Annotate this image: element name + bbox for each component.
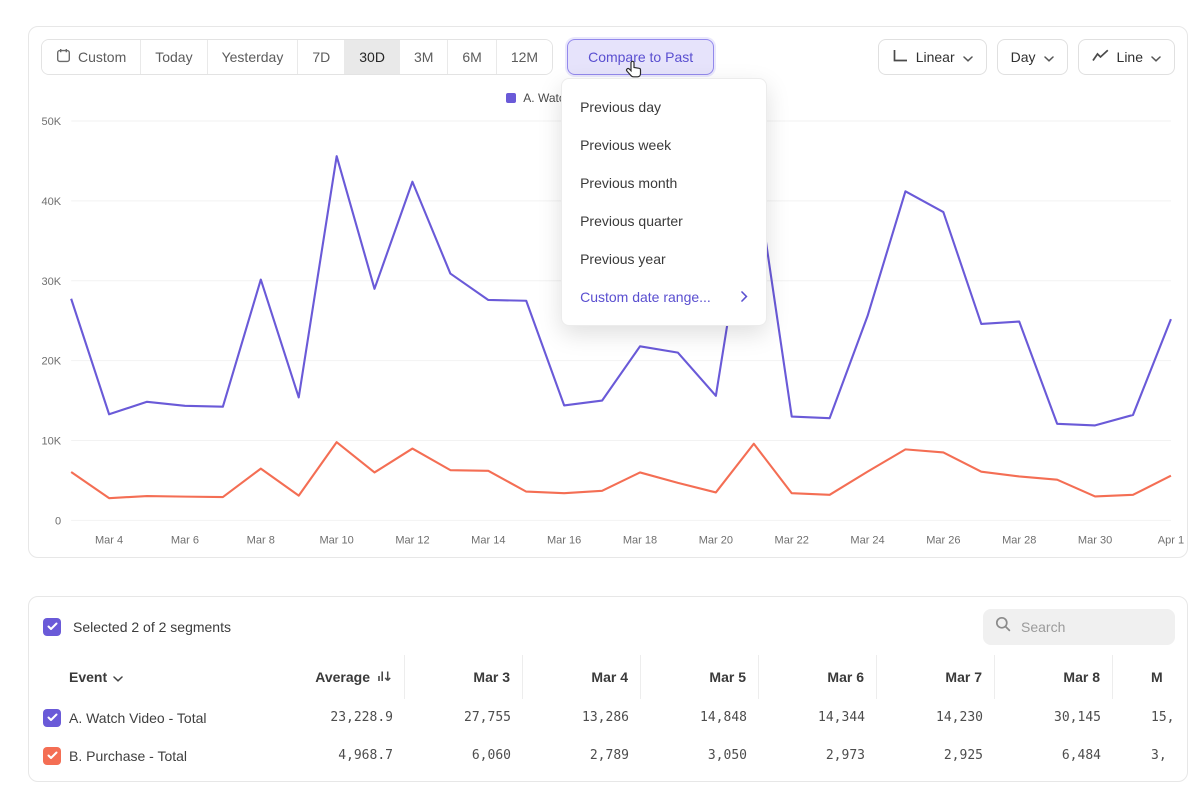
segments-header: Selected 2 of 2 segments	[29, 597, 1187, 655]
cell-mar-7: 14,230	[877, 699, 995, 737]
range-6m-button[interactable]: 6M	[447, 40, 495, 74]
compare-to-past-wrap: Compare to Past Previous day Previous we…	[567, 39, 714, 75]
svg-text:Mar 28: Mar 28	[1002, 534, 1036, 546]
cell-mar-5: 14,848	[641, 699, 759, 737]
compare-to-past-button[interactable]: Compare to Past	[567, 39, 714, 75]
svg-text:Mar 22: Mar 22	[775, 534, 809, 546]
selected-count-label: Selected 2 of 2 segments	[73, 619, 231, 635]
check-icon	[47, 713, 58, 722]
menu-item-previous-day[interactable]: Previous day	[562, 88, 766, 126]
cell-mar-3: 27,755	[405, 699, 523, 737]
svg-text:Mar 26: Mar 26	[926, 534, 960, 546]
menu-item-custom-date-range[interactable]: Custom date range...	[562, 278, 766, 316]
svg-text:0: 0	[55, 515, 61, 527]
row-label: A. Watch Video - Total	[69, 699, 269, 737]
line-chart-icon	[1092, 49, 1109, 65]
range-today-button[interactable]: Today	[140, 40, 206, 74]
cell-clipped: 15,	[1113, 699, 1188, 737]
chart-controls: Linear Day Line	[878, 39, 1175, 75]
cell-mar-8: 30,145	[995, 699, 1113, 737]
column-header-mar-7[interactable]: Mar 7	[877, 655, 995, 699]
table-row[interactable]: A. Watch Video - Total 23,228.9 27,755 1…	[29, 699, 1187, 737]
column-header-mar-4[interactable]: Mar 4	[523, 655, 641, 699]
svg-text:Mar 20: Mar 20	[699, 534, 733, 546]
range-7d-button[interactable]: 7D	[297, 40, 344, 74]
chevron-down-icon	[113, 669, 123, 685]
cell-mar-8: 6,484	[995, 737, 1113, 775]
column-header-average[interactable]: Average	[269, 655, 405, 699]
search-box[interactable]	[983, 609, 1175, 645]
check-icon	[47, 751, 58, 760]
svg-text:Mar 10: Mar 10	[319, 534, 353, 546]
sort-icon	[377, 669, 392, 685]
compare-menu: Previous day Previous week Previous mont…	[561, 78, 767, 326]
svg-text:20K: 20K	[42, 356, 62, 368]
range-yesterday-button[interactable]: Yesterday	[207, 40, 298, 74]
cell-average: 4,968.7	[269, 737, 405, 775]
granularity-dropdown[interactable]: Day	[997, 39, 1068, 75]
date-range-control: Custom Today Yesterday 7D 30D 3M 6M 12M	[41, 39, 553, 75]
chevron-right-icon	[741, 289, 748, 305]
svg-text:Mar 24: Mar 24	[850, 534, 884, 546]
chevron-down-icon	[1151, 49, 1161, 65]
table-row[interactable]: B. Purchase - Total 4,968.7 6,060 2,789 …	[29, 737, 1187, 775]
svg-text:Apr 1: Apr 1	[1158, 534, 1184, 546]
dashboard: Custom Today Yesterday 7D 30D 3M 6M 12M …	[28, 26, 1188, 782]
row-checkbox[interactable]	[43, 747, 61, 765]
cell-clipped: 3,	[1113, 737, 1188, 775]
axes-icon	[892, 49, 908, 66]
cell-mar-4: 2,789	[523, 737, 641, 775]
table-header: Event Average Mar 3 Mar 4 Mar 5 Mar 6 Ma…	[29, 655, 1187, 699]
svg-text:Mar 12: Mar 12	[395, 534, 429, 546]
search-icon	[995, 616, 1011, 637]
header-checkbox-spacer	[41, 655, 69, 699]
svg-text:50K: 50K	[42, 116, 62, 128]
scale-dropdown[interactable]: Linear	[878, 39, 987, 75]
column-header-mar-3[interactable]: Mar 3	[405, 655, 523, 699]
menu-item-previous-quarter[interactable]: Previous quarter	[562, 202, 766, 240]
cell-mar-6: 14,344	[759, 699, 877, 737]
range-custom-button[interactable]: Custom	[42, 40, 140, 74]
row-label: B. Purchase - Total	[69, 737, 269, 775]
range-12m-button[interactable]: 12M	[496, 40, 552, 74]
column-header-mar-8[interactable]: Mar 8	[995, 655, 1113, 699]
column-header-mar-6[interactable]: Mar 6	[759, 655, 877, 699]
chart-type-dropdown[interactable]: Line	[1078, 39, 1175, 75]
chevron-down-icon	[1044, 49, 1054, 65]
range-30d-button[interactable]: 30D	[344, 40, 399, 74]
row-checkbox[interactable]	[43, 709, 61, 727]
column-header-clipped[interactable]: M	[1113, 655, 1188, 699]
check-icon	[47, 622, 58, 631]
menu-item-previous-month[interactable]: Previous month	[562, 164, 766, 202]
chart-card: Custom Today Yesterday 7D 30D 3M 6M 12M …	[28, 26, 1188, 558]
cell-mar-4: 13,286	[523, 699, 641, 737]
svg-text:40K: 40K	[42, 196, 62, 208]
menu-item-previous-week[interactable]: Previous week	[562, 126, 766, 164]
svg-text:Mar 4: Mar 4	[95, 534, 123, 546]
cell-mar-5: 3,050	[641, 737, 759, 775]
cell-average: 23,228.9	[269, 699, 405, 737]
cell-mar-6: 2,973	[759, 737, 877, 775]
menu-item-previous-year[interactable]: Previous year	[562, 240, 766, 278]
calendar-icon	[56, 48, 71, 66]
cell-mar-3: 6,060	[405, 737, 523, 775]
series-a-swatch	[506, 93, 516, 103]
svg-text:Mar 6: Mar 6	[171, 534, 199, 546]
column-header-event[interactable]: Event	[69, 655, 269, 699]
chevron-down-icon	[963, 49, 973, 65]
svg-text:10K: 10K	[42, 436, 62, 448]
select-all-checkbox[interactable]	[43, 618, 61, 636]
search-input[interactable]	[1019, 618, 1163, 636]
svg-text:Mar 16: Mar 16	[547, 534, 581, 546]
segments-panel: Selected 2 of 2 segments Event Average	[28, 596, 1188, 782]
cell-mar-7: 2,925	[877, 737, 995, 775]
svg-text:30K: 30K	[42, 276, 62, 288]
svg-text:Mar 14: Mar 14	[471, 534, 505, 546]
svg-text:Mar 8: Mar 8	[247, 534, 275, 546]
svg-text:Mar 30: Mar 30	[1078, 534, 1112, 546]
column-header-mar-5[interactable]: Mar 5	[641, 655, 759, 699]
svg-text:Mar 18: Mar 18	[623, 534, 657, 546]
range-3m-button[interactable]: 3M	[399, 40, 447, 74]
chart-toolbar: Custom Today Yesterday 7D 30D 3M 6M 12M …	[29, 27, 1187, 75]
